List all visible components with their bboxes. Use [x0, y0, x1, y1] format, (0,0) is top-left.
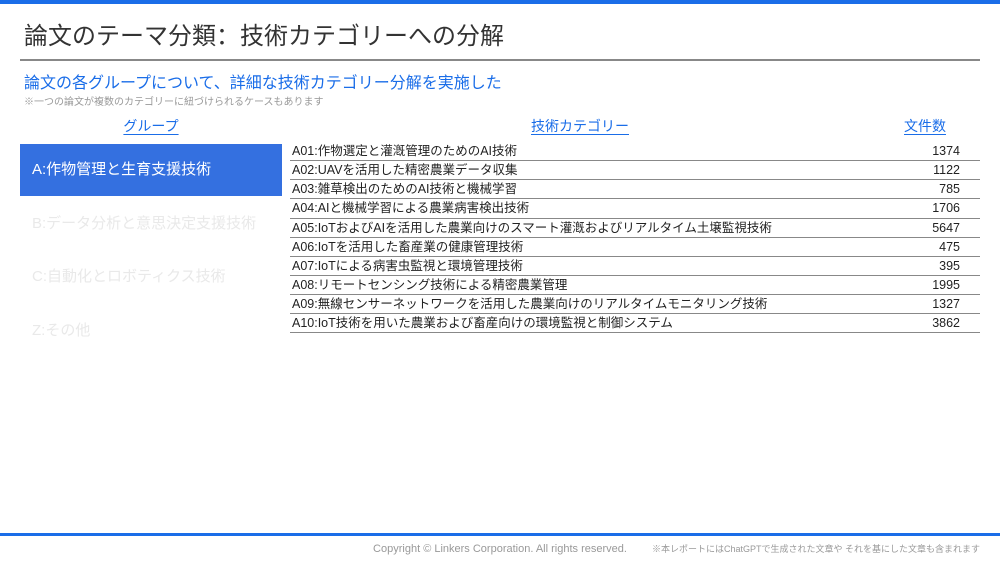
group-item[interactable]: A:作物管理と生育支援技術 — [20, 144, 282, 196]
row-count: 1122 — [870, 161, 980, 179]
row-label: A03:雑草検出のためのAI技術と機械学習 — [290, 180, 870, 198]
page-title: 論文のテーマ分類：技術カテゴリーへの分解 — [0, 4, 1000, 59]
copyright: Copyright © Linkers Corporation. All rig… — [373, 543, 627, 555]
row-label: A01:作物選定と灌漑管理のためのAI技術 — [290, 142, 870, 160]
row-count: 395 — [870, 257, 980, 275]
row-count: 3862 — [870, 314, 980, 332]
row-count: 5647 — [870, 219, 980, 237]
row-label: A10:IoT技術を用いた農業および畜産向けの環境監視と制御システム — [290, 314, 870, 332]
table-row: A01:作物選定と灌漑管理のためのAI技術1374 — [290, 142, 980, 161]
subtitle: 論文の各グループについて、詳細な技術カテゴリー分解を実施した — [0, 69, 1000, 93]
row-label: A09:無線センサーネットワークを活用した農業向けのリアルタイムモニタリング技術 — [290, 295, 870, 313]
row-count: 1327 — [870, 295, 980, 313]
row-label: A02:UAVを活用した精密農業データ収集 — [290, 161, 870, 179]
row-count: 1706 — [870, 199, 980, 217]
row-label: A04:AIと機械学習による農業病害検出技術 — [290, 199, 870, 217]
footer: Copyright © Linkers Corporation. All rig… — [0, 533, 1000, 557]
group-item[interactable]: B:データ分析と意思決定支援技術 — [20, 198, 282, 250]
note: ※一つの論文が複数のカテゴリーに紐づけられるケースもあります — [0, 93, 1000, 116]
table-row: A02:UAVを活用した精密農業データ収集1122 — [290, 161, 980, 180]
table-row: A08:リモートセンシング技術による精密農業管理1995 — [290, 276, 980, 295]
header-count: 文件数 — [870, 116, 980, 138]
row-count: 1995 — [870, 276, 980, 294]
table-row: A04:AIと機械学習による農業病害検出技術1706 — [290, 199, 980, 218]
row-count: 785 — [870, 180, 980, 198]
table-row: A07:IoTによる病害虫監視と環境管理技術395 — [290, 257, 980, 276]
table-row: A05:IoTおよびAIを活用した農業向けのスマート灌漑およびリアルタイム土壌監… — [290, 219, 980, 238]
header-group: グループ — [20, 116, 282, 138]
row-label: A07:IoTによる病害虫監視と環境管理技術 — [290, 257, 870, 275]
table-row: A10:IoT技術を用いた農業および畜産向けの環境監視と制御システム3862 — [290, 314, 980, 333]
row-label: A06:IoTを活用した畜産業の健康管理技術 — [290, 238, 870, 256]
table-row: A09:無線センサーネットワークを活用した農業向けのリアルタイムモニタリング技術… — [290, 295, 980, 314]
row-label: A08:リモートセンシング技術による精密農業管理 — [290, 276, 870, 294]
group-item[interactable]: C:自動化とロボティクス技術 — [20, 251, 282, 303]
row-count: 1374 — [870, 142, 980, 160]
group-list: A:作物管理と生育支援技術B:データ分析と意思決定支援技術C:自動化とロボティク… — [20, 144, 282, 356]
row-count: 475 — [870, 238, 980, 256]
header-category: 技術カテゴリー — [290, 116, 870, 138]
group-item[interactable]: Z:その他 — [20, 305, 282, 357]
table-row: A03:雑草検出のためのAI技術と機械学習785 — [290, 180, 980, 199]
table-row: A06:IoTを活用した畜産業の健康管理技術475 — [290, 238, 980, 257]
row-list: A01:作物選定と灌漑管理のためのAI技術1374A02:UAVを活用した精密農… — [290, 142, 980, 333]
row-label: A05:IoTおよびAIを活用した農業向けのスマート灌漑およびリアルタイム土壌監… — [290, 219, 870, 237]
footer-note: ※本レポートにはChatGPTで生成された文章や それを基にした文章も含まれます — [652, 542, 980, 555]
